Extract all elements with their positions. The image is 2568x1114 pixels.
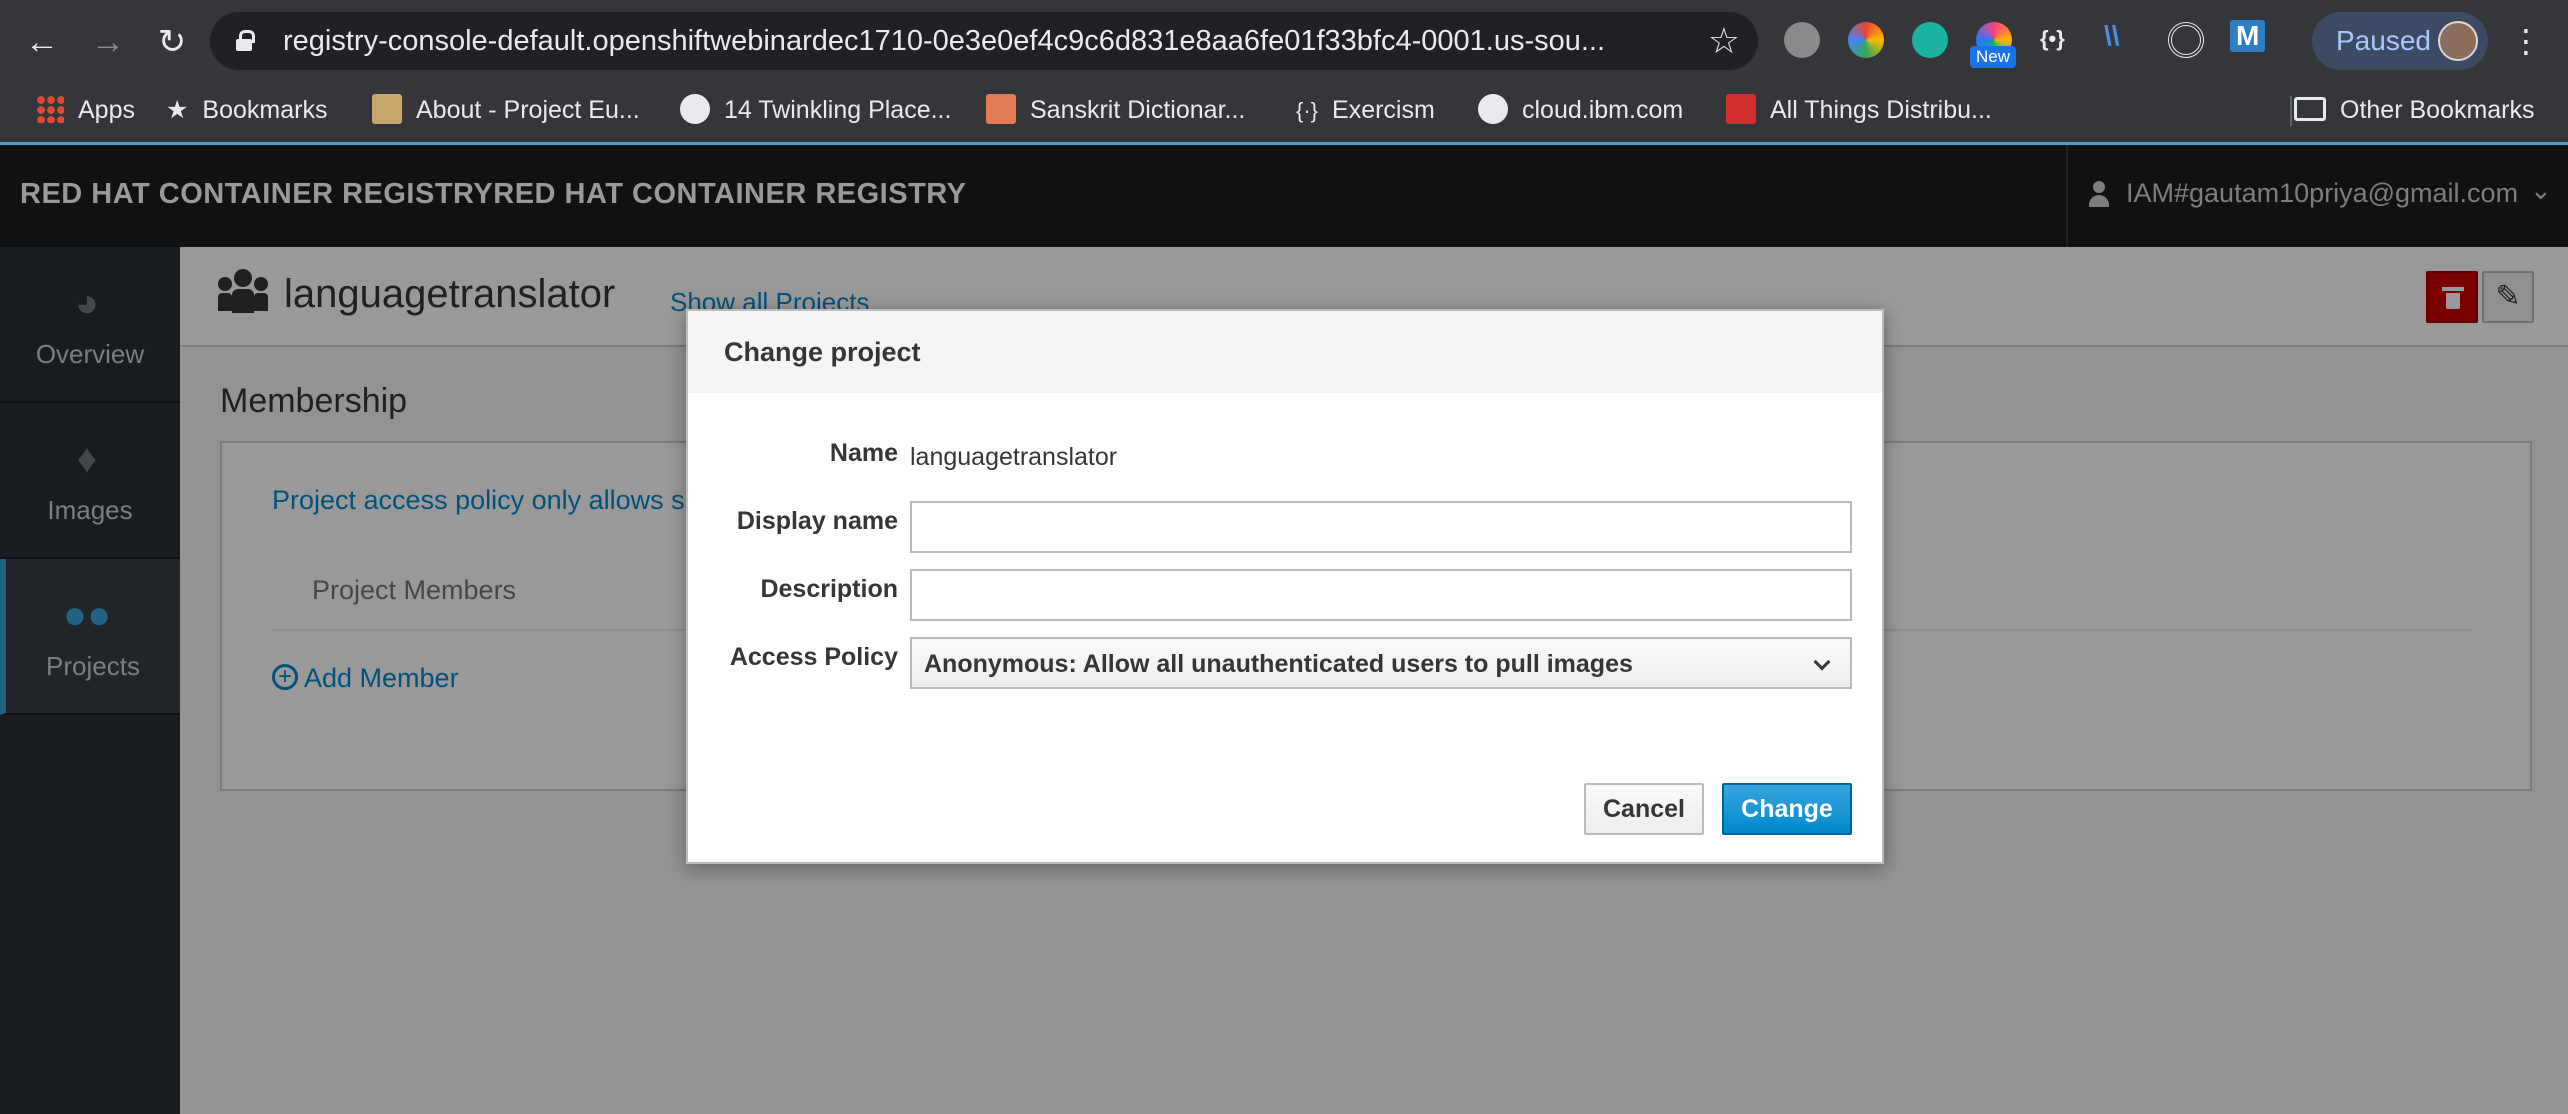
new-badge: New xyxy=(1970,46,2017,68)
sanskrit-dictionary-icon xyxy=(986,94,1016,125)
reload-icon[interactable]: ↻ xyxy=(150,20,194,64)
browser-toolbar: ← → ↻ registry-console-default.openshift… xyxy=(0,0,2568,82)
chevron-down-icon xyxy=(1813,653,1831,671)
bookmark-sanskrit-dictionary[interactable]: Sanskrit Dictionar... xyxy=(986,90,1245,130)
bookmark-project-euler[interactable]: About - Project Eu... xyxy=(372,90,640,130)
access-policy-select[interactable]: Anonymous: Allow all unauthenticated use… xyxy=(910,637,1852,689)
bookmarks-divider xyxy=(2290,96,2292,126)
exercism-icon: {·} xyxy=(1296,98,1319,123)
star-icon: ★ xyxy=(166,96,189,124)
apps-grid-icon xyxy=(36,95,64,124)
access-policy-value: Anonymous: Allow all unauthenticated use… xyxy=(924,650,1633,678)
description-label: Description xyxy=(760,575,898,603)
all-things-distributed-icon xyxy=(1726,94,1756,125)
profile-button[interactable]: Paused xyxy=(2312,12,2488,70)
extension-braces-icon[interactable]: {•} xyxy=(2040,26,2065,52)
bookmark-twinkling-place[interactable]: 14 Twinkling Place... xyxy=(680,90,951,130)
cancel-button[interactable]: Cancel xyxy=(1584,783,1704,835)
extension-m-blue-icon[interactable]: M xyxy=(2230,20,2266,52)
bookmark-bookmarks[interactable]: ★ Bookmarks xyxy=(166,90,327,130)
extension-target-icon[interactable] xyxy=(2168,22,2204,58)
bookmark-apps[interactable]: Apps xyxy=(36,90,135,130)
change-project-dialog: Change project Name languagetranslator D… xyxy=(686,309,1884,864)
forward-arrow-icon[interactable]: → xyxy=(86,20,130,64)
change-button[interactable]: Change xyxy=(1722,783,1852,835)
extension-chrome-color-icon[interactable] xyxy=(1848,22,1884,58)
modal-title: Change project xyxy=(724,337,921,367)
browser-chrome: ← → ↻ registry-console-default.openshift… xyxy=(0,0,2568,145)
display-name-field[interactable] xyxy=(910,501,1852,553)
name-value: languagetranslator xyxy=(910,443,1118,471)
bookmark-exercism[interactable]: {·} Exercism xyxy=(1296,90,1435,130)
address-bar[interactable]: registry-console-default.openshiftwebina… xyxy=(210,12,1758,70)
project-euler-icon xyxy=(372,94,402,125)
access-policy-label: Access Policy xyxy=(729,643,898,671)
profile-status: Paused xyxy=(2336,25,2431,56)
bookmark-cloud-ibm[interactable]: cloud.ibm.com xyxy=(1478,90,1683,130)
extension-slash-icon[interactable]: \\ xyxy=(2104,20,2120,52)
avatar xyxy=(2438,21,2478,61)
bookmark-star-icon[interactable]: ☆ xyxy=(1708,20,1740,62)
bookmarks-bar: Apps ★ Bookmarks About - Project Eu... 14… xyxy=(0,82,2568,142)
lock-icon xyxy=(236,30,255,51)
display-name-label: Display name xyxy=(736,507,898,535)
extension-m-icon[interactable] xyxy=(1912,22,1948,58)
bookmark-all-things-distributed[interactable]: All Things Distribu... xyxy=(1726,90,1992,130)
description-field[interactable] xyxy=(910,569,1852,621)
back-arrow-icon[interactable]: ← xyxy=(20,20,64,64)
globe-icon xyxy=(680,94,710,125)
modal-header: Change project xyxy=(688,311,1882,393)
browser-menu-icon[interactable]: ⋮ xyxy=(2510,16,2542,66)
name-label: Name xyxy=(829,439,898,467)
folder-icon xyxy=(2294,97,2326,122)
url-text[interactable]: registry-console-default.openshiftwebina… xyxy=(283,25,1683,58)
bookmark-other-bookmarks[interactable]: Other Bookmarks xyxy=(2294,90,2535,130)
extension-puzzle-icon[interactable] xyxy=(1784,22,1820,58)
globe-icon xyxy=(1478,94,1508,125)
